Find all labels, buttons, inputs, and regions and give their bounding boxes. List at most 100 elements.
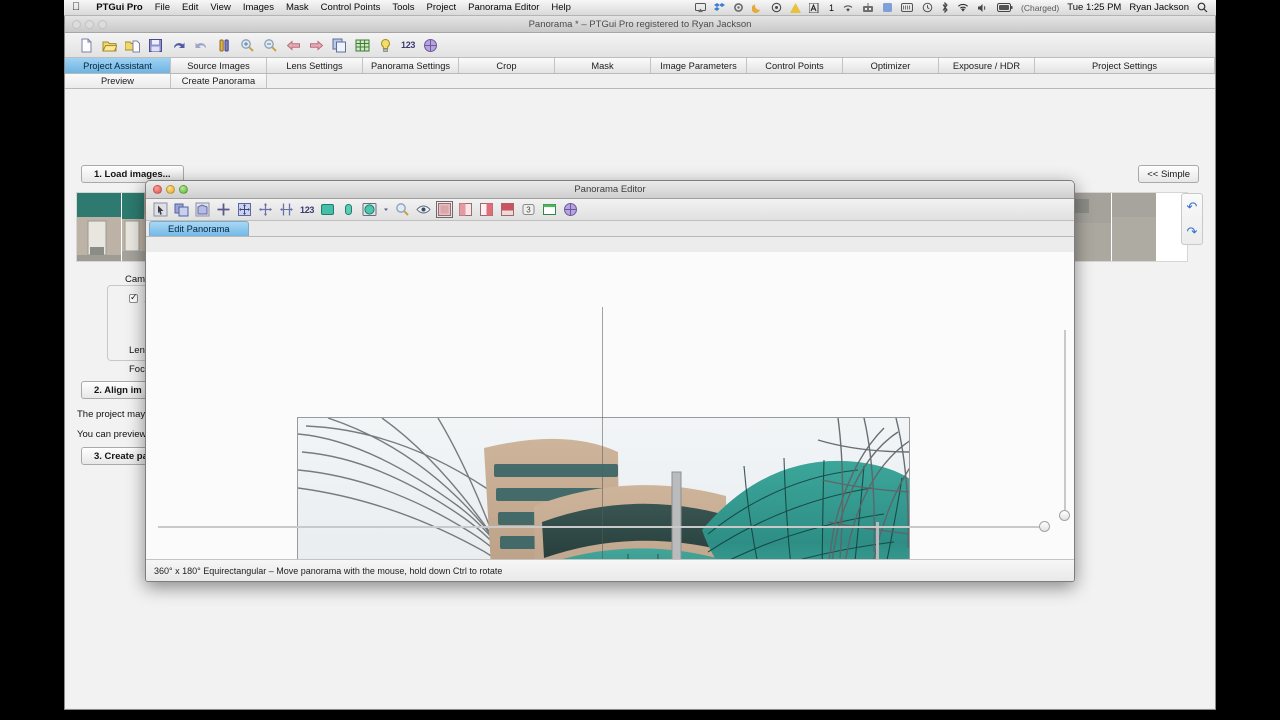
close-icon[interactable] [72, 20, 81, 29]
select-arrow-icon[interactable] [153, 202, 168, 217]
minimize-icon[interactable] [166, 185, 175, 194]
automatic-checkbox[interactable] [129, 292, 138, 303]
airplay-icon[interactable] [691, 2, 710, 13]
wifi-icon[interactable] [838, 3, 858, 13]
menubar-username[interactable]: Ryan Jackson [1125, 0, 1193, 16]
tab-panorama-settings[interactable]: Panorama Settings [363, 58, 459, 73]
tab-lens-settings[interactable]: Lens Settings [267, 58, 363, 73]
redo-icon[interactable] [194, 38, 209, 53]
rotate-right-icon[interactable]: ↷ [1187, 225, 1198, 238]
robot-icon[interactable] [858, 2, 878, 13]
zoom-in-icon[interactable] [240, 38, 255, 53]
wifi-2-icon[interactable] [953, 3, 973, 13]
tab-create-panorama[interactable]: Create Panorama [171, 74, 267, 88]
zoom-icon[interactable] [395, 202, 410, 217]
tools-icon[interactable] [217, 38, 232, 53]
panorama-horizontal-scrollbar[interactable] [158, 521, 1050, 532]
battery-box-icon[interactable] [897, 3, 918, 12]
vertical-scroll-knob[interactable] [1059, 510, 1070, 521]
tab-optimizer[interactable]: Optimizer [843, 58, 939, 73]
close-icon[interactable] [153, 185, 162, 194]
menu-item-file[interactable]: File [149, 0, 176, 16]
apple-icon[interactable]:  [72, 2, 80, 13]
zoom-out-icon[interactable] [263, 38, 278, 53]
at-icon[interactable] [767, 2, 786, 13]
moon-icon[interactable] [748, 2, 767, 13]
save-icon[interactable] [148, 38, 163, 53]
tab-project-settings[interactable]: Project Settings [1035, 58, 1215, 73]
center-icon[interactable] [258, 202, 273, 217]
bluetooth-icon[interactable] [937, 2, 953, 13]
new-document-icon[interactable] [79, 38, 94, 53]
next-icon[interactable] [309, 38, 324, 53]
ptgui-titlebar[interactable]: Panorama * – PTGui Pro registered to Rya… [65, 16, 1215, 33]
thumbnail-rotate-controls[interactable]: ↶ ↷ [1181, 193, 1203, 245]
fill-rect-icon[interactable] [320, 202, 335, 217]
hint-icon[interactable] [378, 38, 393, 53]
window-icon[interactable] [542, 202, 557, 217]
tab-control-points[interactable]: Control Points [747, 58, 843, 73]
window-traffic-lights[interactable] [72, 20, 107, 29]
horizontal-scroll-knob[interactable] [1039, 521, 1050, 532]
warning-icon[interactable] [786, 2, 805, 13]
exposure-1-icon[interactable] [458, 202, 473, 217]
align-images-button[interactable]: 2. Align im [81, 381, 155, 399]
move-all-icon[interactable] [237, 202, 252, 217]
preview-eye-icon[interactable] [416, 202, 431, 217]
previous-icon[interactable] [286, 38, 301, 53]
minimize-icon[interactable] [85, 20, 94, 29]
menu-item-project[interactable]: Project [421, 0, 463, 16]
tab-source-images[interactable]: Source Images [171, 58, 267, 73]
tab-edit-panorama[interactable]: Edit Panorama [149, 221, 249, 236]
straighten-icon[interactable] [279, 202, 294, 217]
undo-icon[interactable] [171, 38, 186, 53]
exposure-2-icon[interactable] [479, 202, 494, 217]
move-layer-icon[interactable] [174, 202, 189, 217]
panorama-vertical-scrollbar[interactable] [1059, 330, 1070, 521]
rotate-left-icon[interactable]: ↶ [1187, 200, 1198, 213]
sphere-icon[interactable] [362, 202, 377, 217]
menu-item-help[interactable]: Help [545, 0, 577, 16]
tab-project-assistant[interactable]: Project Assistant [65, 58, 171, 73]
batch-icon[interactable] [423, 38, 438, 53]
zoom-window-icon[interactable] [179, 185, 188, 194]
simple-mode-button[interactable]: << Simple [1138, 165, 1199, 183]
copy-icon[interactable] [332, 38, 347, 53]
zoom-window-icon[interactable] [98, 20, 107, 29]
dropbox-icon[interactable] [710, 2, 729, 13]
battery-icon[interactable] [993, 3, 1017, 12]
exposure-3-icon[interactable] [500, 202, 515, 217]
menu-item-view[interactable]: View [204, 0, 236, 16]
add-icon[interactable] [216, 202, 231, 217]
chevron-down-icon[interactable] [383, 202, 389, 217]
panorama-preview-image[interactable] [297, 417, 910, 581]
tab-preview[interactable]: Preview [65, 74, 171, 88]
open-template-icon[interactable] [124, 38, 140, 53]
menu-item-images[interactable]: Images [237, 0, 280, 16]
numbers-icon[interactable]: 123 [401, 40, 415, 50]
tab-mask[interactable]: Mask [555, 58, 651, 73]
tab-exposure-hdr[interactable]: Exposure / HDR [939, 58, 1035, 73]
audio-meter-icon[interactable] [805, 2, 825, 13]
cylinder-icon[interactable] [341, 202, 356, 217]
thumbnail-item[interactable] [77, 193, 121, 261]
transform-icon[interactable] [195, 202, 210, 217]
exposure-flat-icon[interactable] [436, 201, 454, 218]
blue-square-icon[interactable] [878, 2, 897, 13]
menu-item-tools[interactable]: Tools [386, 0, 420, 16]
menu-item-panorama-editor[interactable]: Panorama Editor [462, 0, 545, 16]
volume-icon[interactable] [973, 3, 993, 13]
open-folder-icon[interactable] [102, 38, 118, 53]
tab-crop[interactable]: Crop [459, 58, 555, 73]
search-icon[interactable] [1193, 2, 1216, 13]
panorama-editor-traffic-lights[interactable] [153, 185, 188, 194]
tab-image-parameters[interactable]: Image Parameters [651, 58, 747, 73]
three-icon[interactable]: 3 [521, 202, 536, 217]
menu-item-mask[interactable]: Mask [280, 0, 315, 16]
numbers-icon[interactable]: 123 [300, 205, 314, 215]
menu-item-edit[interactable]: Edit [176, 0, 204, 16]
panorama-editor-canvas[interactable] [146, 252, 1074, 581]
gears-icon[interactable] [729, 2, 748, 13]
menu-item-control-points[interactable]: Control Points [315, 0, 387, 16]
thumbnail-item[interactable] [1112, 193, 1156, 261]
